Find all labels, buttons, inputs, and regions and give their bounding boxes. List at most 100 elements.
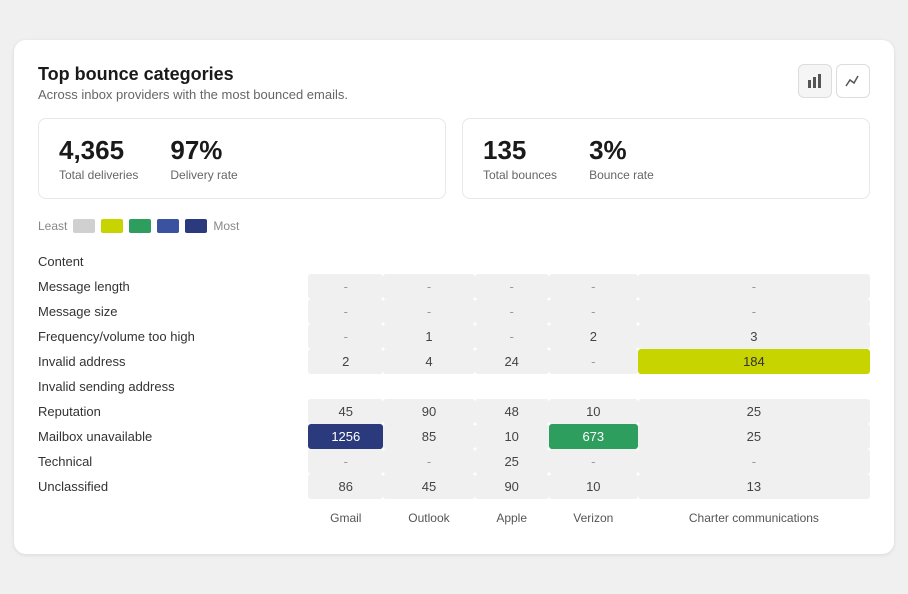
table-cell: 1	[383, 324, 474, 349]
stats-row: 4,365 Total deliveries 97% Delivery rate…	[38, 118, 870, 199]
total-deliveries-label: Total deliveries	[59, 168, 138, 182]
table-row: Frequency/volume too high-1-23	[38, 324, 870, 349]
table-row: Message length-----	[38, 274, 870, 299]
table-cell: -	[549, 449, 638, 474]
swatch-5	[185, 219, 207, 233]
table-row: Unclassified8645901013	[38, 474, 870, 499]
row-label: Technical	[38, 449, 308, 474]
table-cell	[638, 374, 870, 399]
card-title: Top bounce categories	[38, 64, 348, 85]
bar-chart-button[interactable]	[798, 64, 832, 98]
row-label: Frequency/volume too high	[38, 324, 308, 349]
legend-most: Most	[213, 219, 239, 233]
table-row: Message size-----	[38, 299, 870, 324]
table-cell: -	[638, 274, 870, 299]
table-cell: -	[383, 274, 474, 299]
row-label: Message size	[38, 299, 308, 324]
table-cell: -	[383, 299, 474, 324]
table-cell	[638, 249, 870, 274]
line-chart-button[interactable]	[836, 64, 870, 98]
bounce-rate-stat: 3% Bounce rate	[589, 135, 654, 182]
table-cell: 673	[549, 424, 638, 449]
column-header: Gmail	[308, 499, 383, 530]
total-deliveries-stat: 4,365 Total deliveries	[59, 135, 138, 182]
table-cell: -	[475, 299, 549, 324]
bounce-rate-value: 3%	[589, 135, 654, 166]
swatch-3	[129, 219, 151, 233]
legend-least: Least	[38, 219, 67, 233]
table-cell: 45	[383, 474, 474, 499]
table-row: Invalid sending address	[38, 374, 870, 399]
table-cell: -	[549, 349, 638, 374]
table-cell: 45	[308, 399, 383, 424]
row-label: Invalid sending address	[38, 374, 308, 399]
column-header: Outlook	[383, 499, 474, 530]
table-cell	[308, 249, 383, 274]
swatch-2	[101, 219, 123, 233]
table-cell: 90	[383, 399, 474, 424]
table-cell: 3	[638, 324, 870, 349]
data-table-container: ContentMessage length-----Message size--…	[38, 249, 870, 530]
table-cell: 85	[383, 424, 474, 449]
table-row: Technical--25--	[38, 449, 870, 474]
table-cell: 48	[475, 399, 549, 424]
table-cell: 2	[308, 349, 383, 374]
table-cell: -	[638, 299, 870, 324]
total-bounces-stat: 135 Total bounces	[483, 135, 557, 182]
table-cell: 25	[475, 449, 549, 474]
header-text: Top bounce categories Across inbox provi…	[38, 64, 348, 102]
table-cell: -	[475, 324, 549, 349]
table-cell: 4	[383, 349, 474, 374]
delivery-rate-stat: 97% Delivery rate	[170, 135, 237, 182]
row-label: Unclassified	[38, 474, 308, 499]
table-cell: 10	[549, 399, 638, 424]
swatch-4	[157, 219, 179, 233]
total-bounces-label: Total bounces	[483, 168, 557, 182]
row-label: Message length	[38, 274, 308, 299]
table-cell: 10	[549, 474, 638, 499]
table-cell: 1256	[308, 424, 383, 449]
table-cell: -	[308, 299, 383, 324]
table-cell	[308, 374, 383, 399]
table-cell: 10	[475, 424, 549, 449]
card-header: Top bounce categories Across inbox provi…	[38, 64, 870, 102]
row-label: Invalid address	[38, 349, 308, 374]
table-cell: -	[549, 274, 638, 299]
table-cell: 25	[638, 424, 870, 449]
table-cell	[475, 249, 549, 274]
total-deliveries-value: 4,365	[59, 135, 138, 166]
swatch-1	[73, 219, 95, 233]
table-cell: -	[638, 449, 870, 474]
table-cell	[549, 249, 638, 274]
card-subtitle: Across inbox providers with the most bou…	[38, 87, 348, 102]
main-card: Top bounce categories Across inbox provi…	[14, 40, 894, 554]
column-header: Verizon	[549, 499, 638, 530]
table-cell: -	[308, 449, 383, 474]
table-cell: -	[383, 449, 474, 474]
row-label: Mailbox unavailable	[38, 424, 308, 449]
column-header: Charter communications	[638, 499, 870, 530]
table-cell: 184	[638, 349, 870, 374]
table-cell: 24	[475, 349, 549, 374]
table-row: Mailbox unavailable1256851067325	[38, 424, 870, 449]
delivery-stats-card: 4,365 Total deliveries 97% Delivery rate	[38, 118, 446, 199]
chart-toggle	[798, 64, 870, 98]
table-cell: -	[308, 324, 383, 349]
table-row: Invalid address2424-184	[38, 349, 870, 374]
table-cell	[383, 249, 474, 274]
table-cell: 13	[638, 474, 870, 499]
color-legend: Least Most	[38, 219, 870, 233]
table-cell	[549, 374, 638, 399]
total-bounces-value: 135	[483, 135, 557, 166]
table-cell: -	[475, 274, 549, 299]
table-row: Content	[38, 249, 870, 274]
table-cell	[383, 374, 474, 399]
row-label: Reputation	[38, 399, 308, 424]
delivery-rate-value: 97%	[170, 135, 237, 166]
bounce-categories-table: ContentMessage length-----Message size--…	[38, 249, 870, 530]
row-label: Content	[38, 249, 308, 274]
table-cell: 25	[638, 399, 870, 424]
bounce-stats-card: 135 Total bounces 3% Bounce rate	[462, 118, 870, 199]
table-cell: -	[549, 299, 638, 324]
column-header: Apple	[475, 499, 549, 530]
